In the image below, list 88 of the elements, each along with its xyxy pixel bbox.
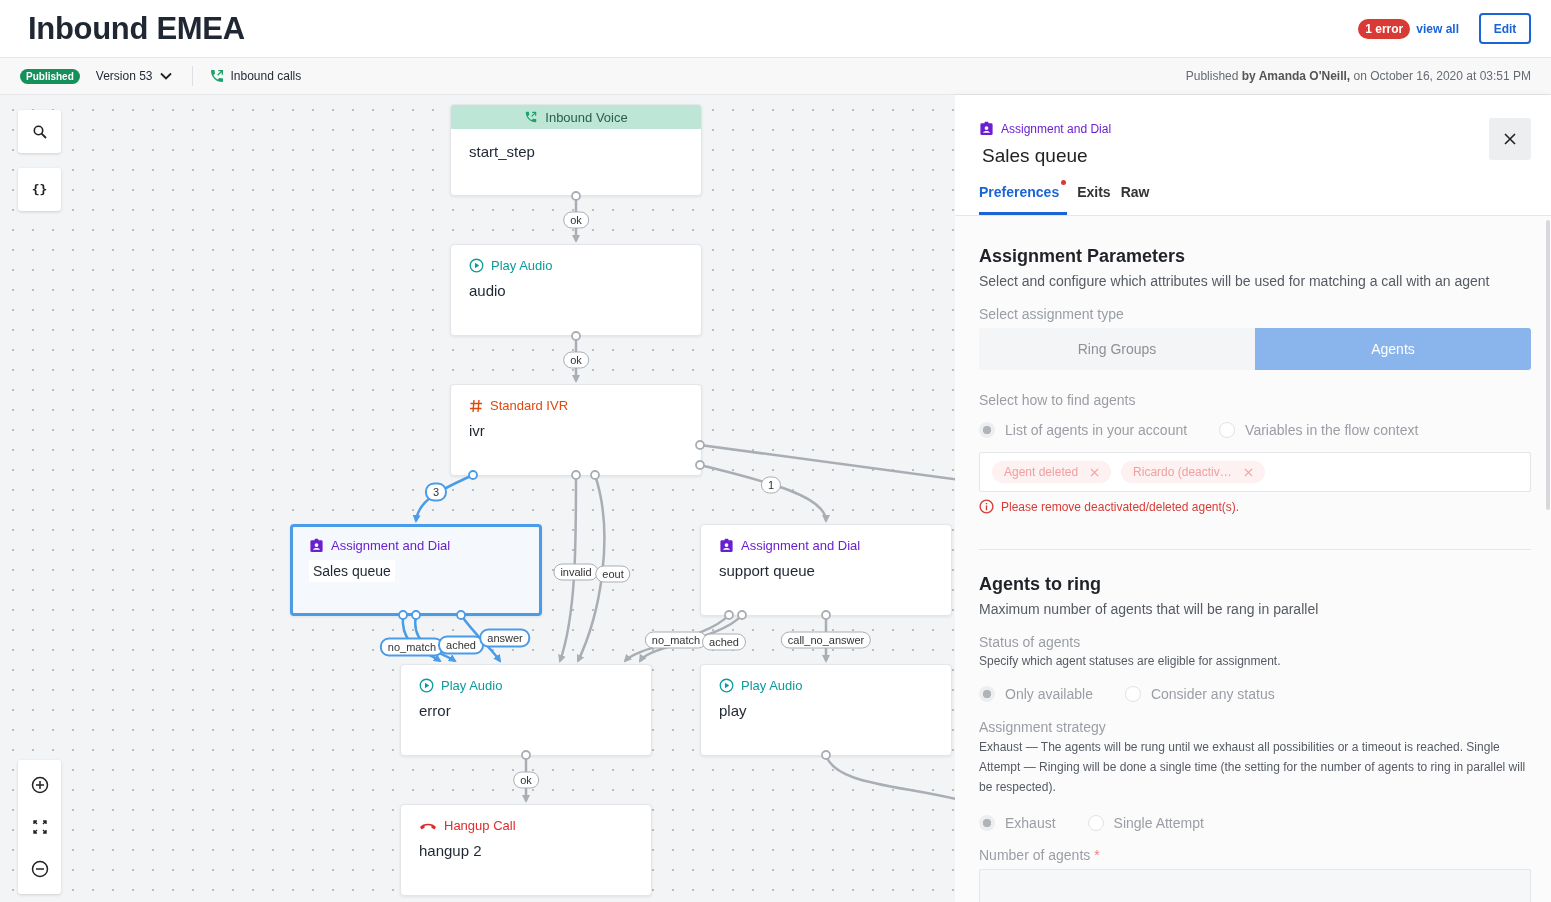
edge-label: ok: [563, 211, 589, 229]
flow-node[interactable]: Play Audio error: [400, 664, 652, 756]
field-hint: Specify which agent statuses are eligible for assignment.: [979, 654, 1282, 668]
edge-label: invalid: [553, 563, 599, 581]
id-badge-icon: [309, 538, 324, 553]
search-button[interactable]: [18, 110, 61, 153]
node-name: ivr: [469, 422, 485, 439]
node-name: error: [419, 702, 451, 719]
remove-icon[interactable]: [1090, 467, 1100, 477]
variables-button[interactable]: {}: [18, 168, 61, 211]
node-name: support queue: [719, 562, 815, 579]
node-name: hangup 2: [419, 842, 482, 859]
tab[interactable]: Exits: [1077, 179, 1111, 215]
edge-label: 1: [760, 476, 782, 494]
node-type: Play Audio: [491, 258, 553, 273]
flow-node[interactable]: Assignment and Dial support queue: [700, 524, 952, 616]
node-type: Hangup Call: [444, 818, 516, 833]
info-icon: [979, 499, 994, 514]
id-badge-icon: [719, 538, 734, 553]
flow-node[interactable]: Play Audio play: [700, 664, 952, 756]
flow-node[interactable]: Play Audio audio: [450, 244, 702, 336]
section-heading: Assignment Parameters: [979, 246, 1187, 267]
node-type: Standard IVR: [490, 398, 569, 413]
id-badge-icon: [979, 121, 994, 136]
radio-button[interactable]: [979, 422, 995, 438]
search-icon: [32, 124, 47, 139]
published-info: Published by Amanda O'Neill, on October 16, 2020 at 03:51 PM: [1185, 69, 1531, 83]
chevron-down-icon: [159, 72, 172, 80]
edge-label: answer: [479, 628, 531, 648]
play-icon: [419, 678, 434, 693]
flow-type-label: Inbound calls: [230, 69, 302, 83]
field-label: Assignment strategy: [979, 719, 1107, 735]
field-label: Select assignment type: [979, 306, 1125, 322]
error-badge: 1 error: [1358, 18, 1411, 39]
panel-title: Sales queue: [982, 145, 1089, 167]
required-mark: *: [1094, 847, 1100, 863]
close-button[interactable]: [1489, 118, 1531, 160]
radio-button[interactable]: [1124, 686, 1141, 702]
section-description: Maximum number of agents that will be rang in parallel: [979, 601, 1320, 617]
node-type: Play Audio: [441, 678, 503, 693]
edge-label: ached: [702, 633, 746, 651]
flow-node[interactable]: Standard IVR ivr: [450, 384, 702, 476]
edge-label: eout: [595, 565, 631, 583]
agent-tag: Agent deleted: [992, 461, 1112, 483]
field-label: Number of agents: [979, 847, 1091, 863]
edge-label: call_no_answer: [780, 631, 872, 649]
flow-node[interactable]: Inbound Voice start_step: [450, 104, 702, 196]
play-icon: [719, 678, 734, 693]
section-heading: Agents to ring: [979, 574, 1102, 595]
play-icon: [469, 258, 484, 273]
view-all-link[interactable]: view all: [1416, 21, 1459, 36]
edge-label: ok: [563, 351, 589, 369]
edit-button[interactable]: Edit: [1479, 13, 1531, 44]
edge-label: ok: [513, 771, 539, 789]
flow-node[interactable]: Hangup Call hangup 2: [400, 804, 652, 896]
tab[interactable]: Raw: [1120, 179, 1150, 215]
node-type: Assignment and Dial: [1001, 121, 1112, 136]
node-type: Assignment and Dial: [331, 538, 451, 553]
edge-label: 3: [424, 482, 448, 502]
field-label: Status of agents: [979, 634, 1082, 650]
node-name: start_step: [469, 143, 535, 160]
error-message: Please remove deactivated/deleted agent(s).: [1001, 499, 1240, 514]
page-title: Inbound EMEA: [28, 10, 245, 47]
node-type: Assignment and Dial: [741, 538, 861, 553]
close-icon: [1504, 133, 1516, 145]
node-name: play: [719, 702, 747, 719]
node-name: Sales queue: [309, 560, 395, 582]
zoom-in-icon: [30, 776, 49, 794]
agent-tag: Ricardo (deactiv…: [1121, 461, 1265, 483]
remove-icon[interactable]: [1243, 467, 1253, 477]
flow-node[interactable]: Assignment and Dial Sales queue: [290, 524, 542, 616]
radio-button[interactable]: [979, 686, 995, 702]
field-hint: Exhaust — The agents will be rung until we exhaust all possibilities or a timeout is reached. Single Attempt — Ringing will be done a single time (the setting for the number of agents to ring in parallel will be respected).: [979, 739, 1527, 796]
status-badge: Published: [20, 68, 80, 84]
radio-button[interactable]: [1087, 815, 1104, 831]
field-label: Select how to find agents: [979, 392, 1137, 408]
radio-button[interactable]: [1219, 422, 1236, 438]
version-dropdown[interactable]: Version 53: [89, 69, 178, 83]
node-type: Inbound Voice: [545, 109, 628, 125]
scrollbar[interactable]: [1546, 220, 1550, 510]
zoom-out-icon: [30, 860, 49, 878]
hash-icon: [469, 398, 483, 413]
node-type: Play Audio: [741, 678, 803, 693]
node-name: audio: [469, 282, 506, 299]
section-description: Select and configure which attributes will be used for matching a call with an agent: [979, 273, 1491, 289]
fit-screen-icon: [32, 820, 47, 834]
edge-label: ached: [438, 635, 484, 655]
radio-button[interactable]: [979, 815, 995, 831]
